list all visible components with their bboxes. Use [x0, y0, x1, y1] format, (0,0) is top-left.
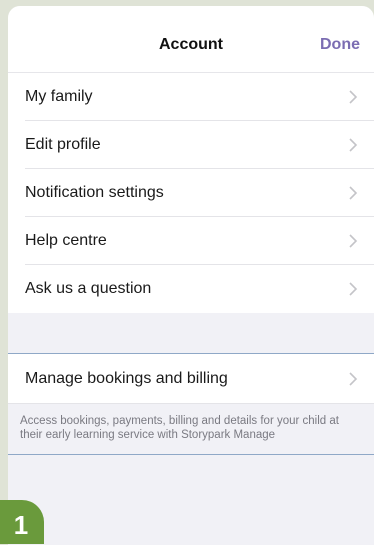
step-number-badge: 1 — [0, 500, 44, 544]
menu-item-label: Help centre — [25, 232, 107, 249]
chevron-right-icon — [349, 186, 358, 200]
menu-item-label: My family — [25, 88, 93, 105]
chevron-right-icon — [349, 90, 358, 104]
navigation-bar: Account Done — [8, 6, 374, 73]
billing-item-label: Manage bookings and billing — [25, 370, 228, 387]
chevron-right-icon — [349, 234, 358, 248]
billing-section: Manage bookings and billing Access booki… — [8, 353, 374, 455]
menu-item-my-family[interactable]: My family — [8, 73, 374, 121]
menu-item-edit-profile[interactable]: Edit profile — [8, 121, 374, 169]
step-number: 1 — [13, 509, 29, 540]
billing-description: Access bookings, payments, billing and d… — [20, 415, 339, 441]
chevron-right-icon — [349, 282, 358, 296]
chevron-right-icon — [349, 372, 358, 386]
menu-item-label: Notification settings — [25, 184, 164, 201]
manage-bookings-billing-item[interactable]: Manage bookings and billing — [8, 354, 374, 404]
menu-item-label: Edit profile — [25, 136, 101, 153]
menu-item-help-centre[interactable]: Help centre — [8, 217, 374, 265]
account-sheet: Account Done My family Edit profile Noti… — [8, 6, 374, 545]
account-menu: My family Edit profile Notification sett… — [8, 73, 374, 313]
section-gap — [8, 313, 374, 353]
menu-item-notification-settings[interactable]: Notification settings — [8, 169, 374, 217]
chevron-right-icon — [349, 138, 358, 152]
menu-item-ask-question[interactable]: Ask us a question — [8, 265, 374, 313]
done-button[interactable]: Done — [320, 36, 360, 54]
menu-item-label: Ask us a question — [25, 280, 152, 297]
